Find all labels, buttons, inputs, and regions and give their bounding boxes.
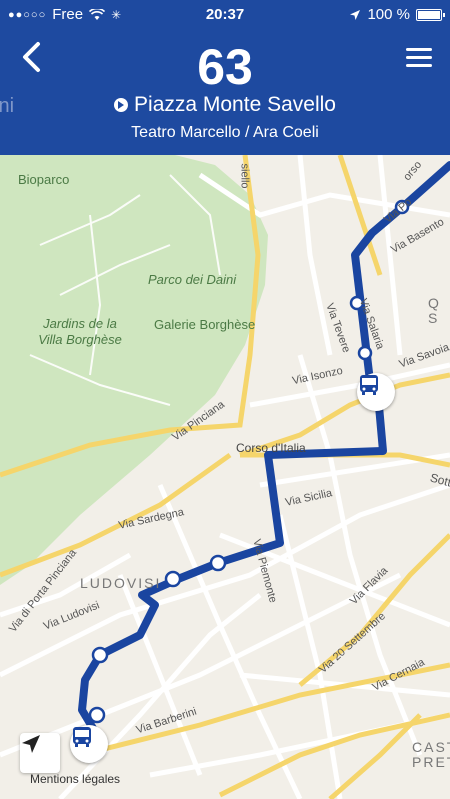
legal-link[interactable]: Mentions légales bbox=[30, 772, 120, 786]
route-stop-marker bbox=[209, 554, 227, 572]
map-label-ludovisi: LUDOVISI bbox=[80, 575, 162, 591]
destination-label: Piazza Monte Savello bbox=[134, 93, 336, 116]
battery-percent: 100 % bbox=[367, 6, 410, 23]
bus-icon bbox=[73, 727, 91, 747]
status-bar: ●●○○○ Free ✳ 20:37 100 % bbox=[0, 0, 450, 30]
current-bus-stop-marker[interactable] bbox=[70, 725, 108, 763]
menu-bar bbox=[406, 48, 432, 51]
map-label-jardins: Jardins de la Villa Borghèse bbox=[38, 316, 122, 347]
map-label-sisello: siello bbox=[238, 163, 251, 189]
destination: Piazza Monte Savello bbox=[0, 93, 450, 117]
route-stop-marker bbox=[91, 646, 109, 664]
map-label-quartiere: Q S bbox=[428, 295, 441, 326]
map-label-corso-italia: Corso d'Italia bbox=[236, 441, 306, 455]
locate-me-button[interactable] bbox=[20, 733, 60, 773]
menu-bar bbox=[406, 56, 432, 59]
menu-button[interactable] bbox=[406, 48, 432, 68]
map-label-parco-dei-daini: Parco dei Daini bbox=[148, 272, 237, 287]
battery-icon bbox=[416, 8, 445, 21]
location-arrow-icon bbox=[22, 735, 40, 753]
current-stop-name: Teatro Marcello / Ara Coeli bbox=[131, 124, 319, 141]
location-arrow-icon bbox=[350, 9, 361, 20]
route-stop-marker bbox=[164, 570, 182, 588]
route-header: 63 ini Piazza Monte Savello Teatro Marce… bbox=[0, 30, 450, 155]
bus-icon bbox=[360, 375, 378, 395]
map-label-bioparco: Bioparco bbox=[18, 172, 70, 187]
menu-bar bbox=[406, 64, 432, 67]
map-label-galerie-borghese: Galerie Borghèse bbox=[154, 317, 256, 332]
direction-arrow-icon bbox=[114, 98, 129, 112]
map-canvas bbox=[0, 155, 450, 799]
map-label-castro-pretorio: CAST PRETO bbox=[412, 739, 450, 770]
bus-stop-marker[interactable] bbox=[357, 373, 395, 411]
route-stop-marker bbox=[357, 345, 373, 361]
map-view[interactable]: Bioparco Parco dei Daini Galerie Borghès… bbox=[0, 155, 450, 799]
route-stop-marker bbox=[88, 706, 106, 724]
line-number: 63 bbox=[197, 39, 253, 95]
